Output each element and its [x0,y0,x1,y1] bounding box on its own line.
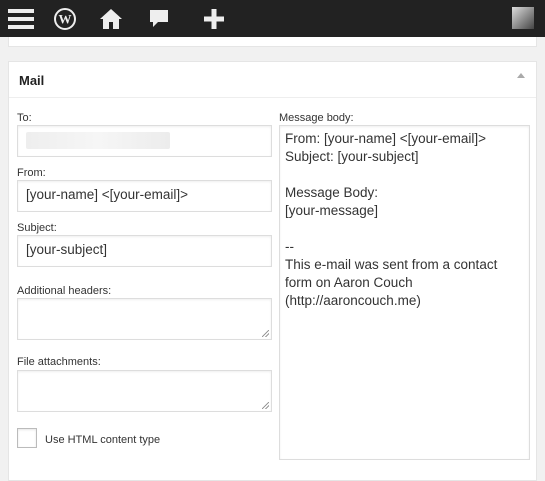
blurred-email-text [26,132,170,149]
comments-icon[interactable] [147,0,171,37]
home-icon[interactable] [98,0,124,37]
svg-text:W: W [59,11,72,26]
message-line: Message Body: [285,185,379,200]
message-line [285,166,524,184]
from-field[interactable]: [your-name] <[your-email]> [17,180,272,212]
mail-panel-header[interactable]: Mail [9,62,536,98]
message-line: Subject: [your-subject] [285,149,419,164]
panel-title: Mail [19,73,45,88]
to-label: To: [17,112,32,124]
message-line: From: [your-name] <[your-email]> [285,131,487,146]
message-line: (http://aaroncouch.me) [285,293,421,308]
subject-field[interactable]: [your-subject] [17,235,272,267]
resize-handle-icon[interactable] [262,330,269,337]
to-field[interactable] [17,125,272,157]
message-body-label: Message body: [279,112,354,124]
plus-icon[interactable] [201,0,227,37]
message-body-textarea[interactable]: From: [your-name] <[your-email]> Subject… [279,125,530,460]
message-line: This e-mail was sent from a contact [285,257,498,272]
html-content-label: Use HTML content type [45,434,161,446]
from-label: From: [17,167,46,179]
admin-bar: W [0,0,545,37]
file-attachments-label: File attachments: [17,356,101,368]
previous-panel-edge [8,37,537,47]
additional-headers-label: Additional headers: [17,285,112,297]
collapse-arrow-icon[interactable] [517,73,525,78]
resize-handle-icon[interactable] [262,402,269,409]
menu-icon[interactable] [6,0,36,37]
additional-headers-textarea[interactable] [17,298,272,340]
message-line: [your-message] [285,203,379,218]
user-avatar[interactable] [512,7,534,29]
html-content-checkbox[interactable] [17,428,37,448]
message-line: form on Aaron Couch [285,275,413,290]
subject-label: Subject: [17,222,57,234]
wordpress-icon[interactable]: W [52,0,78,37]
file-attachments-textarea[interactable] [17,370,272,412]
message-line [285,220,524,238]
message-line: -- [285,239,294,254]
